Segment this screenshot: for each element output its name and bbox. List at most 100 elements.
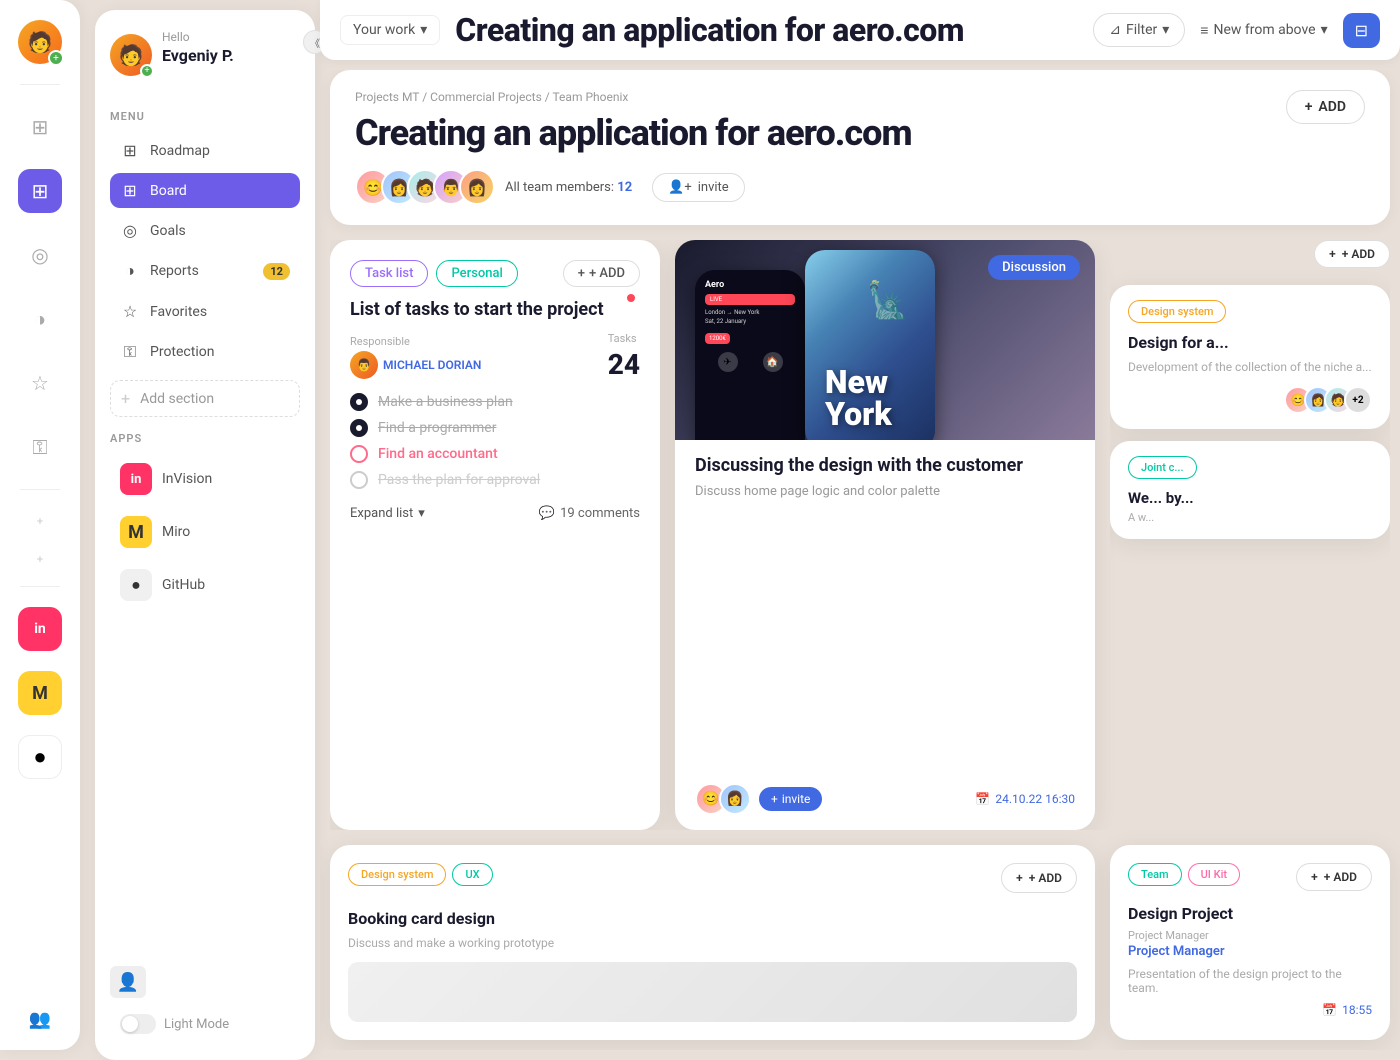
filter-button[interactable]: ⊿ Filter ▾	[1093, 13, 1185, 47]
task-card-meta: Responsible 👨 MICHAEL DORIAN Tasks 24	[350, 332, 640, 381]
comments-count: 💬 19 comments	[539, 506, 640, 521]
liberty-icon: 🗽	[866, 280, 910, 321]
mini-nav-protection[interactable]: ⚿	[18, 425, 62, 469]
sidebar-user-avatar[interactable]: 🧑 +	[110, 34, 152, 76]
discussion-tag[interactable]: Discussion	[988, 255, 1080, 280]
avatar-online-badge: +	[140, 64, 154, 78]
breadcrumb-projects[interactable]: Projects MT	[355, 90, 419, 104]
dp-add-button[interactable]: + + ADD	[1296, 863, 1372, 891]
goals-icon: ◎	[120, 221, 140, 240]
sidebar-item-roadmap[interactable]: ⊞ Roadmap	[110, 133, 300, 168]
booking-tags: Design system UX	[348, 863, 493, 886]
mini-sidebar: 🧑 + ⊞ ⊞ ◎ ◑ ☆ ⚿ + + in M ● 👥	[0, 0, 80, 1050]
invite-button[interactable]: 👤+ invite	[652, 173, 745, 202]
booking-desc: Discuss and make a working prototype	[348, 934, 1077, 952]
sidebar-app-miro-label: Miro	[162, 524, 190, 540]
task-checkbox-1[interactable]	[350, 393, 368, 411]
invite-icon: 👤+	[668, 180, 692, 195]
dp-uikit-tag[interactable]: UI Kit	[1188, 863, 1240, 886]
task-item-4: Pass the plan for approval	[350, 471, 640, 489]
view-toggle-button[interactable]: ⊟	[1343, 13, 1380, 48]
task-checkbox-4[interactable]	[350, 471, 368, 489]
sidebar-item-board[interactable]: ⊞ Board	[110, 173, 300, 208]
add-section-icon: +	[121, 389, 130, 408]
task-list-tag[interactable]: Task list	[350, 260, 428, 287]
cards-area: Task list Personal + + ADD List of tasks…	[330, 240, 1390, 830]
task-checkbox-3[interactable]	[350, 445, 368, 463]
mini-nav-reports[interactable]: ◑	[18, 297, 62, 341]
task-add-button[interactable]: + + ADD	[563, 260, 640, 287]
mini-app-miro[interactable]: M	[18, 671, 62, 715]
task-card-footer: Expand list ▾ 💬 19 comments	[350, 506, 640, 521]
mini-nav-board[interactable]: ⊞	[18, 169, 62, 213]
mini-app-invision[interactable]: in	[18, 607, 62, 651]
right-add-button-top[interactable]: + + ADD	[1314, 240, 1390, 268]
dp-manager-label: Project Manager	[1128, 929, 1372, 942]
booking-design-tag[interactable]: Design system	[348, 863, 446, 886]
light-mode-toggle[interactable]	[120, 1014, 156, 1034]
sidebar-item-reports[interactable]: ◑ Reports 12	[110, 253, 300, 289]
booking-preview-image	[348, 962, 1077, 1022]
discussion-desc: Discuss home page logic and color palett…	[695, 484, 1075, 499]
discussion-card: Aero LIVE London → New York Sat, 22 Janu…	[675, 240, 1095, 830]
notification-dot	[627, 294, 635, 302]
design-card-desc: Development of the collection of the nic…	[1128, 358, 1372, 376]
sort-button[interactable]: ≡ New from above ▾	[1200, 22, 1327, 39]
add-icon: +	[1305, 99, 1313, 115]
mini-avatar-badge: +	[48, 50, 64, 66]
phone-mockup-2: 🗽 NewYork	[805, 250, 935, 440]
comment-icon: 💬	[539, 506, 555, 521]
joint-card: Joint c... We... by... A w...	[1110, 441, 1390, 539]
sidebar-item-reports-label: Reports	[150, 263, 199, 279]
sidebar-item-favorites[interactable]: ☆ Favorites	[110, 294, 300, 329]
discussion-date: 📅 24.10.22 16:30	[975, 792, 1075, 806]
breadcrumb-commercial[interactable]: Commercial Projects	[430, 90, 542, 104]
mini-user-avatar[interactable]: 🧑 +	[18, 20, 62, 64]
breadcrumb-team[interactable]: Team Phoenix	[552, 90, 628, 104]
sidebar-app-invision[interactable]: in InVision	[110, 455, 300, 503]
joint-tag[interactable]: Joint c...	[1128, 456, 1197, 479]
mini-divider-3	[20, 586, 60, 587]
mini-nav-favorites[interactable]: ☆	[18, 361, 62, 405]
sort-label: New from above	[1213, 22, 1315, 38]
mini-app-github[interactable]: ●	[18, 735, 62, 779]
dp-desc: Presentation of the design project to th…	[1128, 967, 1372, 995]
route-date: Sat, 22 January	[705, 318, 795, 325]
mini-nav-goals[interactable]: ◎	[18, 233, 62, 277]
main-add-button[interactable]: + ADD	[1286, 90, 1365, 124]
task-items-list: Make a business plan Find a programmer F…	[350, 393, 640, 489]
expand-list-button[interactable]: Expand list ▾	[350, 506, 425, 521]
disc-invite-label: invite	[782, 792, 811, 806]
your-work-dropdown[interactable]: Your work ▾	[340, 15, 440, 45]
sidebar-add-section[interactable]: + Add section	[110, 380, 300, 417]
discussion-invite-button[interactable]: + invite	[759, 787, 822, 811]
dp-team-tag[interactable]: Team	[1128, 863, 1182, 886]
design-system-tags: Design system	[1128, 300, 1372, 323]
expand-list-label: Expand list	[350, 506, 413, 521]
booking-add-button[interactable]: + + ADD	[1001, 863, 1077, 893]
right-cards-column: + + ADD Design system Design for a... De…	[1110, 240, 1390, 830]
members-count-label: All team members: 12	[505, 180, 632, 195]
task-checkbox-2[interactable]	[350, 419, 368, 437]
sidebar-app-github[interactable]: ● GitHub	[110, 561, 300, 609]
plus-icon: +	[578, 266, 585, 281]
sidebar-item-protection[interactable]: ⚿ Protection	[110, 334, 300, 370]
comments-label: 19 comments	[560, 506, 640, 521]
booking-ux-tag[interactable]: UX	[452, 863, 492, 886]
sidebar-app-miro[interactable]: M Miro	[110, 508, 300, 556]
task-item-3: Find an accountant	[350, 445, 640, 463]
mini-nav-roadmap[interactable]: ⊞	[18, 105, 62, 149]
task-text-4: Pass the plan for approval	[378, 472, 540, 488]
top-bar: Your work ▾ Creating an application for …	[320, 0, 1400, 60]
design-system-card: Design system Design for a... Developmen…	[1110, 285, 1390, 429]
dp-calendar-icon: 📅	[1322, 1003, 1337, 1017]
sidebar-person-thumbnail: 👤	[110, 966, 146, 998]
sidebar-light-mode[interactable]: Light Mode	[110, 1008, 300, 1040]
personal-tag[interactable]: Personal	[436, 260, 517, 287]
sidebar-item-roadmap-label: Roadmap	[150, 143, 210, 159]
live-badge: LIVE	[705, 294, 795, 305]
design-system-tag[interactable]: Design system	[1128, 300, 1226, 323]
design-card-title: Design for a...	[1128, 333, 1372, 352]
sidebar-item-goals[interactable]: ◎ Goals	[110, 213, 300, 248]
discussion-tag-overlay: Discussion	[988, 255, 1080, 280]
